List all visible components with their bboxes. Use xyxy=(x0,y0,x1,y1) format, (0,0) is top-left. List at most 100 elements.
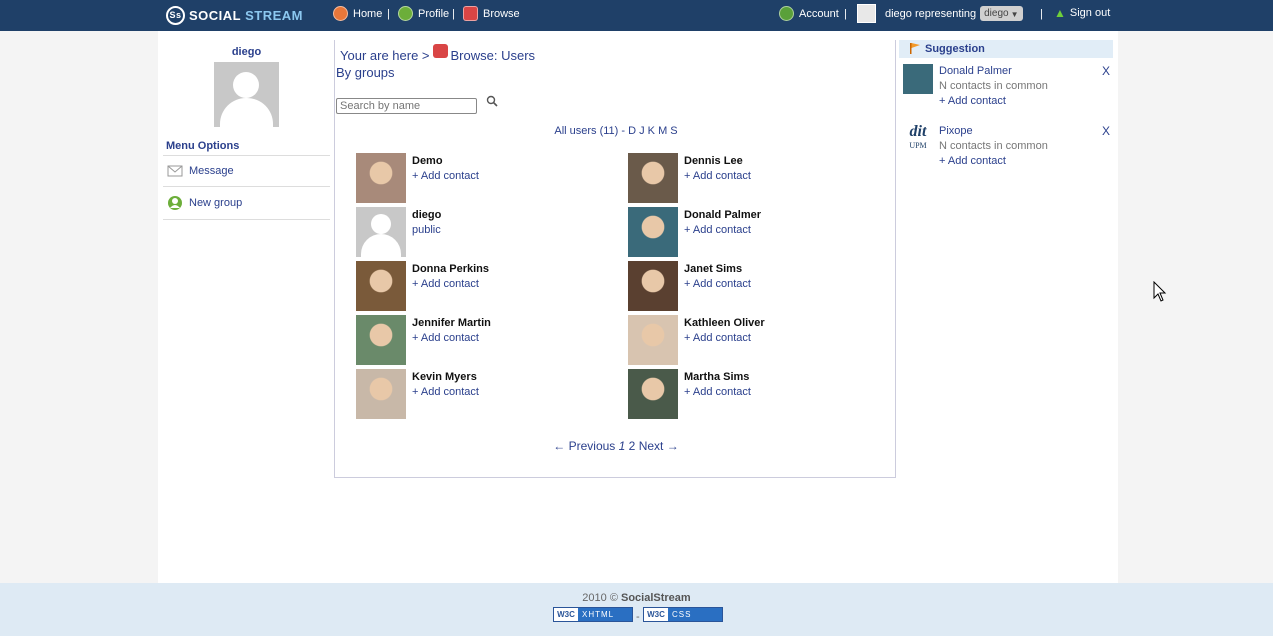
user-name[interactable]: Kathleen Oliver xyxy=(684,317,765,329)
user-photo[interactable] xyxy=(356,369,406,419)
user-name[interactable]: Janet Sims xyxy=(684,263,751,275)
identity-select[interactable]: diego ▼ xyxy=(980,6,1023,21)
suggestion-header: Suggestion xyxy=(899,40,1113,58)
user-name[interactable]: Dennis Lee xyxy=(684,155,751,167)
breadcrumb: Your are here > Browse: Users xyxy=(340,43,536,63)
pagination: ← Previous 1 2 Next → xyxy=(335,439,897,453)
suggestion-photo[interactable] xyxy=(903,64,933,94)
nav-browse-label: Browse xyxy=(483,7,520,20)
add-contact-link[interactable]: public xyxy=(412,224,441,236)
add-contact-link[interactable]: + Add contact xyxy=(684,224,751,236)
badge-label: XHTML xyxy=(578,608,632,621)
menu-item-label: Message xyxy=(189,165,234,177)
badge-label: CSS xyxy=(668,608,722,621)
user-photo[interactable] xyxy=(356,315,406,365)
by-groups-link[interactable]: By groups xyxy=(336,65,395,80)
menu-item-new-group[interactable]: New group xyxy=(163,187,330,220)
suggestion-item: Donald Palmer N contacts in common + Add… xyxy=(899,64,1113,118)
user-photo[interactable] xyxy=(628,261,678,311)
logo-badge: Ss xyxy=(166,5,185,25)
nav-separator: | xyxy=(1040,8,1043,20)
nav-separator: | xyxy=(387,8,390,20)
suggestion-common: N contacts in common xyxy=(939,140,1048,152)
user-card: Martha Sims + Add contact xyxy=(628,369,888,420)
user-photo[interactable] xyxy=(356,261,406,311)
user-name[interactable]: Donna Perkins xyxy=(412,263,489,275)
user-card: diego public xyxy=(356,207,616,258)
nav-profile[interactable]: Profile xyxy=(398,6,449,21)
add-contact-link[interactable]: + Add contact xyxy=(939,95,1006,107)
profile-name[interactable]: diego xyxy=(163,46,330,58)
user-card: Dennis Lee + Add contact xyxy=(628,153,888,204)
browse-icon xyxy=(463,6,478,21)
page-link[interactable]: 2 xyxy=(629,439,636,453)
user-photo[interactable] xyxy=(628,153,678,203)
user-name[interactable]: diego xyxy=(412,209,441,221)
add-contact-link[interactable]: + Add contact xyxy=(684,386,751,398)
user-card: Demo + Add contact xyxy=(356,153,616,204)
user-name[interactable]: Kevin Myers xyxy=(412,371,479,383)
user-info: Janet Sims + Add contact xyxy=(684,263,751,290)
user-card: Kathleen Oliver + Add contact xyxy=(628,315,888,366)
home-icon xyxy=(333,6,348,21)
prev-page-link[interactable]: ← Previous xyxy=(553,439,615,453)
identity-select-value: diego xyxy=(984,8,1009,19)
add-contact-link[interactable]: + Add contact xyxy=(412,332,479,344)
letter-filter[interactable]: All users (11) - D J K M S xyxy=(335,125,897,137)
w3c-logo: W3C xyxy=(644,608,668,621)
nav-account[interactable]: Account xyxy=(779,6,839,21)
xhtml-badge[interactable]: W3C XHTML xyxy=(553,607,633,622)
add-contact-link[interactable]: + Add contact xyxy=(412,278,479,290)
user-info: Kevin Myers + Add contact xyxy=(412,371,479,398)
add-contact-link[interactable]: + Add contact xyxy=(412,170,479,182)
breadcrumb-current[interactable]: Browse: Users xyxy=(451,48,536,63)
add-contact-link[interactable]: + Add contact xyxy=(684,278,751,290)
add-contact-link[interactable]: + Add contact xyxy=(684,332,751,344)
user-name[interactable]: Demo xyxy=(412,155,479,167)
upm-logo[interactable]: dit UPM xyxy=(903,124,933,154)
search-input[interactable] xyxy=(336,98,477,114)
menu-item-label: New group xyxy=(189,197,243,209)
nav-signout[interactable]: ▲ Sign out xyxy=(1054,6,1110,20)
nav-browse[interactable]: Browse xyxy=(463,6,520,21)
badge-separator: - xyxy=(636,611,640,623)
add-contact-link[interactable]: + Add contact xyxy=(939,155,1006,167)
suggestion-name[interactable]: Donald Palmer xyxy=(939,65,1012,77)
nav-separator: | xyxy=(844,8,847,20)
search-icon[interactable] xyxy=(485,95,499,109)
user-name[interactable]: Donald Palmer xyxy=(684,209,761,221)
envelope-icon xyxy=(167,165,183,177)
logo-text: UPM xyxy=(909,141,927,150)
profile-avatar[interactable] xyxy=(214,62,279,127)
mouse-cursor-icon xyxy=(1153,281,1167,302)
add-contact-link[interactable]: + Add contact xyxy=(684,170,751,182)
user-info: Donna Perkins + Add contact xyxy=(412,263,489,290)
add-contact-link[interactable]: + Add contact xyxy=(412,386,479,398)
logo[interactable]: Ss SOCIAL STREAM xyxy=(166,5,303,25)
dismiss-button[interactable]: X xyxy=(1102,124,1110,138)
next-page-link[interactable]: Next → xyxy=(639,439,679,453)
user-photo[interactable] xyxy=(628,207,678,257)
user-photo[interactable] xyxy=(628,315,678,365)
dismiss-button[interactable]: X xyxy=(1102,64,1110,78)
suggestion-name[interactable]: Pixope xyxy=(939,125,973,137)
user-card: Donald Palmer + Add contact xyxy=(628,207,888,258)
user-photo[interactable] xyxy=(356,153,406,203)
user-photo[interactable] xyxy=(356,207,406,257)
profile-icon xyxy=(398,6,413,21)
user-name[interactable]: Jennifer Martin xyxy=(412,317,491,329)
user-photo[interactable] xyxy=(628,369,678,419)
nav-profile-label: Profile xyxy=(418,7,450,20)
user-name[interactable]: Martha Sims xyxy=(684,371,751,383)
user-info: Demo + Add contact xyxy=(412,155,479,182)
user-card: Donna Perkins + Add contact xyxy=(356,261,616,312)
logo-text-stream: STREAM xyxy=(245,7,304,23)
css-badge[interactable]: W3C CSS xyxy=(643,607,723,622)
nav-home-label: Home xyxy=(353,7,383,20)
menu-item-message[interactable]: Message xyxy=(163,156,330,187)
content-panel: Your are here > Browse: Users By groups … xyxy=(334,40,896,478)
user-info: Donald Palmer + Add contact xyxy=(684,209,761,236)
copyright: 2010 © SocialStream xyxy=(0,592,1273,604)
nav-home[interactable]: Home xyxy=(333,6,382,21)
user-info: Kathleen Oliver + Add contact xyxy=(684,317,765,344)
